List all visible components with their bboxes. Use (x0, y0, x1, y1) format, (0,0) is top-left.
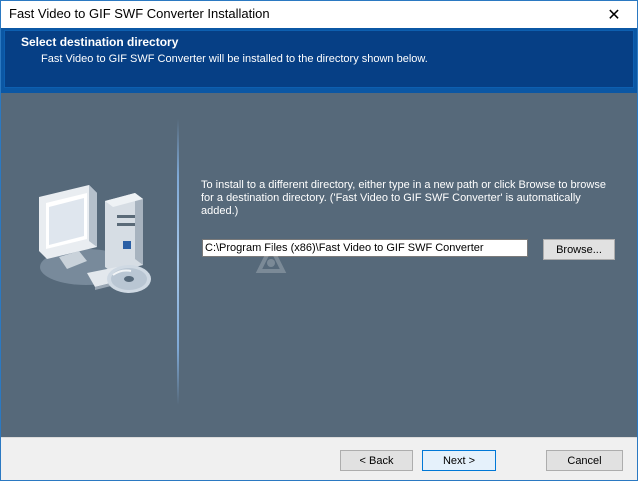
computer-with-disc-icon (39, 185, 151, 293)
header-panel: Select destination directory Fast Video … (4, 30, 634, 88)
back-button[interactable]: < Back (340, 450, 413, 471)
installer-window: Fast Video to GIF SWF Converter Installa… (0, 0, 638, 481)
browse-button[interactable]: Browse... (543, 239, 615, 260)
step-description: Fast Video to GIF SWF Converter will be … (41, 53, 428, 65)
window-title: Fast Video to GIF SWF Converter Installa… (9, 6, 270, 21)
vertical-divider (177, 119, 179, 405)
instruction-text: To install to a different directory, eit… (201, 179, 606, 217)
header-banner: Select destination directory Fast Video … (1, 28, 637, 93)
step-title: Select destination directory (21, 35, 179, 49)
close-icon: ✕ (607, 6, 621, 24)
button-bar: < Back Next > Cancel (1, 437, 637, 480)
cancel-button[interactable]: Cancel (546, 450, 623, 471)
main-panel: To install to a different directory, eit… (1, 93, 637, 437)
watermark-logo (255, 242, 287, 273)
title-bar: Fast Video to GIF SWF Converter Installa… (1, 1, 637, 28)
next-button[interactable]: Next > (422, 450, 496, 471)
close-button[interactable]: ✕ (591, 1, 637, 28)
